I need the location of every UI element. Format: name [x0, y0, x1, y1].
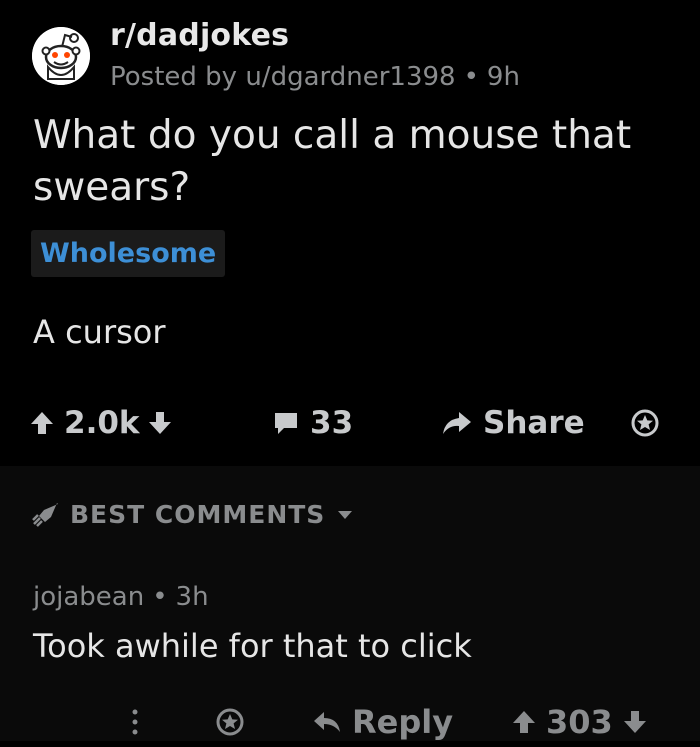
post-age: 9h	[486, 62, 520, 92]
downvote-arrow-icon[interactable]	[148, 410, 172, 436]
comment-vote-group: 303	[512, 697, 647, 747]
subreddit-avatar[interactable]	[32, 27, 90, 85]
reply-button[interactable]: Reply	[312, 697, 463, 747]
more-options-icon	[132, 709, 138, 735]
post-actions: 2.0k 33 Share	[0, 398, 700, 448]
reply-arrow-icon	[314, 712, 340, 732]
comment-bubble-icon	[275, 413, 297, 434]
post-flair[interactable]: Wholesome	[31, 230, 226, 277]
award-button[interactable]	[630, 398, 660, 448]
comments-button[interactable]: 33	[272, 398, 353, 448]
rocket-icon	[32, 502, 58, 527]
meta-separator: •	[463, 62, 479, 92]
sort-label: BEST COMMENTS	[70, 500, 326, 529]
comment-body: Took awhile for that to click	[33, 627, 472, 665]
post-body: A cursor	[33, 313, 166, 351]
comment-meta: jojabean • 3h	[33, 582, 209, 612]
meta-separator: •	[152, 582, 168, 612]
subreddit-name[interactable]: r/dadjokes	[110, 18, 289, 53]
snoo-icon	[32, 27, 90, 85]
comment-count: 33	[310, 405, 354, 441]
award-icon	[631, 409, 659, 437]
post-title[interactable]: What do you call a mouse that swears?	[33, 110, 653, 214]
upvote-count: 2.0k	[64, 405, 140, 441]
share-arrow-icon	[443, 412, 471, 434]
upvote-arrow-icon[interactable]	[512, 709, 536, 735]
post-author[interactable]: u/dgardner1398	[245, 62, 455, 92]
share-label: Share	[483, 405, 585, 441]
share-button[interactable]: Share	[441, 398, 585, 448]
downvote-arrow-icon[interactable]	[623, 709, 647, 735]
comment-age: 3h	[175, 582, 209, 612]
comment-award-button[interactable]	[215, 697, 245, 747]
reply-label: Reply	[352, 703, 454, 741]
comment-more-button[interactable]	[130, 697, 140, 747]
post-card: r/dadjokes Posted by u/dgardner1398 • 9h W…	[0, 0, 700, 466]
comment-score: 303	[546, 703, 613, 741]
posted-by-label: Posted by	[110, 62, 238, 92]
award-icon	[216, 708, 244, 736]
caret-down-icon	[338, 510, 353, 519]
comment-actions: Reply 303	[0, 697, 700, 747]
upvote-arrow-icon[interactable]	[30, 410, 54, 436]
post-meta: Posted by u/dgardner1398 • 9h	[110, 62, 520, 92]
sort-comments-dropdown[interactable]: BEST COMMENTS	[32, 500, 353, 529]
vote-group: 2.0k	[30, 398, 172, 448]
comment-author[interactable]: jojabean	[33, 582, 144, 612]
